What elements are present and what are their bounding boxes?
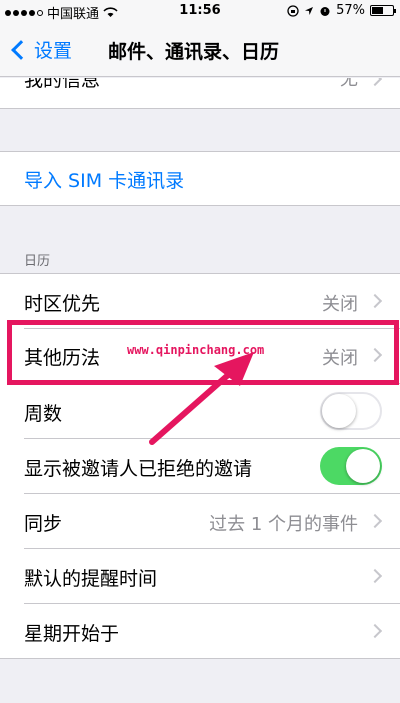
divider (0, 108, 400, 109)
watermark-text: www.qinpinchang.com (127, 343, 265, 357)
row-label: 星期开始于 (24, 623, 120, 645)
week-numbers-row: 周数 (0, 384, 400, 439)
row-label: 同步 (24, 513, 63, 535)
default-alert-times-row[interactable]: 默认的提醒时间 (0, 549, 400, 604)
back-button[interactable]: 设置 (10, 36, 72, 63)
row-label: 周数 (24, 403, 63, 425)
import-sim-label: 导入 SIM 卡通讯录 (24, 170, 185, 192)
sync-row[interactable]: 同步 过去 1 个月的事件 (0, 494, 400, 549)
divider (0, 658, 400, 659)
chevron-right-icon (367, 513, 383, 529)
back-button-label: 设置 (34, 40, 73, 62)
show-declined-invitees-toggle[interactable] (320, 447, 382, 485)
section-header-calendar: 日历 (24, 254, 51, 269)
row-label: 时区优先 (24, 293, 101, 315)
my-info-label: 我的信息 (24, 78, 101, 91)
page-title: 邮件、通讯录、日历 (108, 41, 280, 63)
chevron-left-icon (11, 39, 31, 60)
start-week-on-row[interactable]: 星期开始于 (0, 604, 400, 658)
divider (0, 205, 400, 206)
show-declined-invitees-row: 显示被邀请人已拒绝的邀请 (0, 439, 400, 494)
import-sim-row[interactable]: 导入 SIM 卡通讯录 (0, 152, 400, 205)
alarm-icon (320, 6, 330, 16)
toggle-knob (322, 394, 356, 428)
status-bar: 中国联通 11:56 57% (0, 0, 400, 22)
toggle-knob (346, 449, 380, 483)
location-arrow-icon (305, 6, 314, 15)
row-label: 显示被邀请人已拒绝的邀请 (24, 458, 253, 480)
status-right: 57% (287, 3, 396, 18)
my-info-row[interactable]: 我的信息 无 (0, 78, 400, 108)
row-label: 默认的提醒时间 (24, 568, 158, 590)
row-value: 关闭 (322, 294, 358, 315)
chevron-right-icon (367, 568, 383, 584)
orientation-lock-icon (287, 4, 299, 17)
my-info-value: 无 (340, 78, 358, 90)
chevron-right-icon (367, 623, 383, 639)
chevron-right-icon (367, 78, 383, 87)
chevron-right-icon (367, 293, 383, 309)
battery-icon (370, 5, 396, 16)
navigation-bar: 设置 邮件、通讯录、日历 (0, 22, 400, 77)
week-numbers-toggle[interactable] (320, 392, 382, 430)
row-value: 过去 1 个月的事件 (209, 514, 358, 535)
battery-percent: 57% (336, 3, 365, 18)
